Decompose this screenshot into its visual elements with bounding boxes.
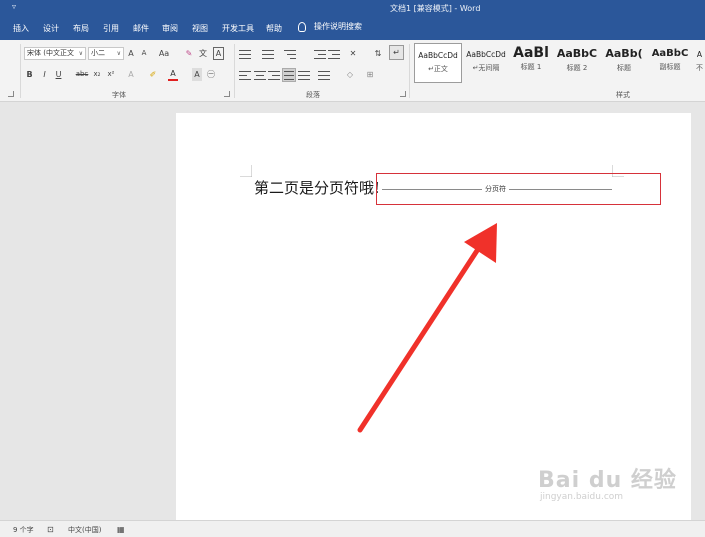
tab-view[interactable]: 视图 bbox=[192, 23, 208, 34]
style-name: 标题 1 bbox=[520, 63, 542, 71]
style-preview: AaBbCcDd bbox=[418, 51, 458, 60]
word-count[interactable]: 9 个字 bbox=[13, 525, 34, 535]
margin-corner-mark bbox=[240, 165, 252, 177]
tell-me-search[interactable]: 操作说明搜索 bbox=[298, 21, 362, 35]
annotation-highlight-box bbox=[376, 173, 661, 205]
change-case-button[interactable]: Aa bbox=[157, 47, 171, 60]
tab-mailings[interactable]: 邮件 bbox=[133, 23, 149, 34]
chevron-down-icon: ∨ bbox=[116, 50, 121, 57]
style-normal[interactable]: AaBbCcDd ↵正文 bbox=[414, 43, 462, 83]
style-preview: AaBbC bbox=[651, 48, 689, 59]
style-name: 不 bbox=[696, 64, 703, 72]
font-name-combo[interactable]: 宋体 (中文正文 ∨ bbox=[24, 47, 86, 60]
show-marks-button[interactable]: ↵ bbox=[389, 45, 404, 60]
quick-access-menu-icon[interactable]: ▿ bbox=[12, 2, 16, 11]
styles-group-label: 样式 bbox=[616, 91, 630, 99]
underline-button[interactable]: U bbox=[54, 68, 63, 81]
style-preview: AaBbCcDd bbox=[466, 50, 506, 59]
bold-button[interactable]: B bbox=[25, 68, 34, 81]
chinese-layout-icon[interactable]: ✕ bbox=[346, 47, 360, 60]
grow-font-button[interactable]: A bbox=[126, 47, 136, 60]
font-size-combo[interactable]: 小二 ∨ bbox=[88, 47, 124, 60]
annotation-arrow-icon bbox=[357, 223, 497, 433]
style-name: 标题 2 bbox=[566, 64, 588, 72]
font-group-label: 字体 bbox=[112, 91, 126, 99]
status-bar: 9 个字 ⊡ 中文(中国) ▦ bbox=[0, 520, 705, 537]
borders-icon[interactable]: ⊞ bbox=[364, 68, 376, 81]
title-bar: ▿ 文档1 [兼容模式] - Word bbox=[0, 0, 705, 16]
align-left-icon[interactable] bbox=[239, 70, 251, 80]
window-title: 文档1 [兼容模式] - Word bbox=[390, 4, 481, 13]
group-separator bbox=[234, 44, 235, 98]
style-heading-2[interactable]: AaBbC 标题 2 bbox=[555, 43, 599, 83]
style-name: ↵正文 bbox=[428, 65, 448, 73]
paragraph-group-label: 段落 bbox=[306, 91, 320, 99]
language-indicator[interactable]: 中文(中国) bbox=[68, 525, 101, 535]
sort-icon[interactable]: ⇅ bbox=[372, 47, 384, 60]
distributed-icon[interactable] bbox=[298, 70, 310, 80]
numbering-icon[interactable] bbox=[262, 49, 274, 59]
watermark-url: jingyan.baidu.com bbox=[540, 492, 624, 502]
macro-record-icon[interactable]: ▦ bbox=[117, 525, 125, 534]
font-launcher-icon[interactable] bbox=[224, 91, 230, 97]
tab-help[interactable]: 帮助 bbox=[266, 23, 282, 34]
group-separator bbox=[20, 44, 21, 98]
watermark-logo: Bai du 经验 jingyan.baidu.com bbox=[538, 462, 677, 502]
shrink-font-button[interactable]: A bbox=[139, 47, 149, 60]
shading-icon[interactable]: ◇ bbox=[344, 68, 356, 81]
tell-me-label: 操作说明搜索 bbox=[314, 22, 362, 31]
style-preview: AaBbC bbox=[556, 47, 598, 60]
strikethrough-button[interactable]: abc bbox=[75, 68, 89, 81]
style-heading-1[interactable]: AaBl 标题 1 bbox=[510, 43, 552, 83]
style-name: ↵无间隔 bbox=[472, 64, 500, 72]
tab-review[interactable]: 审阅 bbox=[162, 23, 178, 34]
tab-layout[interactable]: 布局 bbox=[73, 23, 89, 34]
lightbulb-icon bbox=[298, 21, 306, 32]
style-preview: A bbox=[696, 50, 703, 59]
paragraph-launcher-icon[interactable] bbox=[400, 91, 406, 97]
group-separator bbox=[409, 44, 410, 98]
style-preview: AaBb( bbox=[605, 47, 643, 60]
styles-gallery: AaBbCcDd ↵正文 AaBbCcDd ↵无间隔 AaBl 标题 1 AaB… bbox=[412, 43, 705, 87]
char-border-icon[interactable]: A bbox=[213, 47, 224, 60]
font-name-value: 宋体 (中文正文 bbox=[27, 49, 74, 57]
ribbon-tabs: 插入 设计 布局 引用 邮件 审阅 视图 开发工具 帮助 操作说明搜索 bbox=[0, 16, 705, 40]
subscript-button[interactable]: x₂ bbox=[92, 68, 102, 81]
chevron-down-icon: ∨ bbox=[78, 50, 83, 57]
font-color-icon[interactable]: A bbox=[168, 68, 178, 81]
enclose-char-icon[interactable]: ㊀ bbox=[206, 68, 216, 81]
font-size-value: 小二 bbox=[91, 49, 105, 57]
watermark-brand: Bai du 经验 bbox=[538, 468, 677, 493]
superscript-button[interactable]: x² bbox=[106, 68, 116, 81]
text-effects-icon[interactable]: A bbox=[126, 68, 136, 81]
proofing-icon[interactable]: ⊡ bbox=[47, 525, 54, 534]
tab-developer[interactable]: 开发工具 bbox=[222, 23, 254, 34]
phonetic-guide-icon[interactable]: 文 bbox=[198, 47, 208, 60]
document-text[interactable]: 第二页是分页符哦! bbox=[254, 177, 380, 198]
clear-formatting-icon[interactable]: ✎ bbox=[184, 47, 194, 60]
style-no-spacing[interactable]: AaBbCcDd ↵无间隔 bbox=[463, 43, 509, 83]
align-right-icon[interactable] bbox=[268, 70, 280, 80]
highlight-icon[interactable]: ✐ bbox=[147, 68, 159, 81]
bullets-icon[interactable] bbox=[239, 49, 251, 59]
italic-button[interactable]: I bbox=[40, 68, 49, 81]
decrease-indent-icon[interactable] bbox=[314, 49, 326, 59]
tab-insert[interactable]: 插入 bbox=[13, 23, 29, 34]
tab-design[interactable]: 设计 bbox=[43, 23, 59, 34]
char-shading-icon[interactable]: A bbox=[192, 68, 202, 81]
align-center-icon[interactable] bbox=[254, 70, 266, 80]
style-name: 标题 bbox=[617, 64, 631, 72]
clipboard-launcher-icon[interactable] bbox=[8, 91, 14, 97]
style-name: 副标题 bbox=[659, 63, 681, 71]
style-more[interactable]: A 不 bbox=[694, 43, 705, 83]
justify-icon[interactable] bbox=[282, 68, 296, 82]
style-preview: AaBl bbox=[513, 45, 549, 61]
style-subtitle[interactable]: AaBbC 副标题 bbox=[648, 43, 692, 83]
tab-references[interactable]: 引用 bbox=[103, 23, 119, 34]
ribbon: 宋体 (中文正文 ∨ 小二 ∨ A A Aa ✎ 文 A B I U abc x₂ … bbox=[0, 40, 705, 102]
multilevel-list-icon[interactable] bbox=[284, 49, 296, 59]
style-title[interactable]: AaBb( 标题 bbox=[602, 43, 646, 83]
line-spacing-icon[interactable] bbox=[318, 70, 330, 80]
increase-indent-icon[interactable] bbox=[328, 49, 340, 59]
